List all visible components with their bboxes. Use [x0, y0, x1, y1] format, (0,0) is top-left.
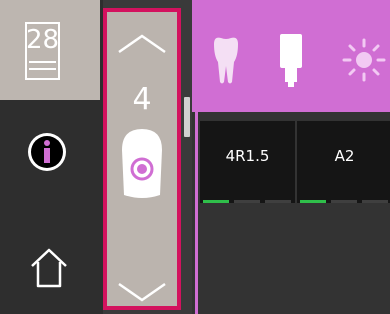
chevron-up-icon[interactable]	[107, 12, 177, 70]
light-icon[interactable]	[342, 38, 386, 82]
value-selector: 4	[103, 8, 181, 310]
segment-inactive	[362, 200, 388, 203]
chevron-down-icon[interactable]	[107, 270, 177, 310]
home-icon	[30, 248, 68, 288]
info-icon	[27, 132, 67, 172]
segment-active	[300, 200, 326, 203]
cartridge-icon[interactable]	[278, 32, 304, 88]
home-button[interactable]	[0, 234, 100, 314]
calendar-icon: 28	[25, 22, 60, 80]
segment-inactive	[331, 200, 357, 203]
tooth-selector-icon	[116, 125, 168, 203]
segment-active	[203, 200, 229, 203]
card-label: A2	[334, 147, 355, 165]
setting-card[interactable]: 4R1.5	[200, 121, 295, 203]
selector-value: 4	[132, 82, 152, 117]
segment-inactive	[265, 200, 291, 203]
accent-stripe	[195, 0, 198, 314]
info-button[interactable]	[0, 100, 100, 200]
mode-toolbar	[192, 0, 390, 112]
card-label: 4R1.5	[225, 147, 270, 165]
scroll-handle[interactable]	[184, 97, 190, 137]
calendar-button[interactable]: 28	[0, 0, 100, 100]
calendar-day: 28	[25, 25, 60, 55]
segment-inactive	[234, 200, 260, 203]
column-divider	[181, 0, 192, 314]
setting-card[interactable]: A2	[297, 121, 390, 203]
tooth-icon[interactable]	[212, 36, 240, 86]
